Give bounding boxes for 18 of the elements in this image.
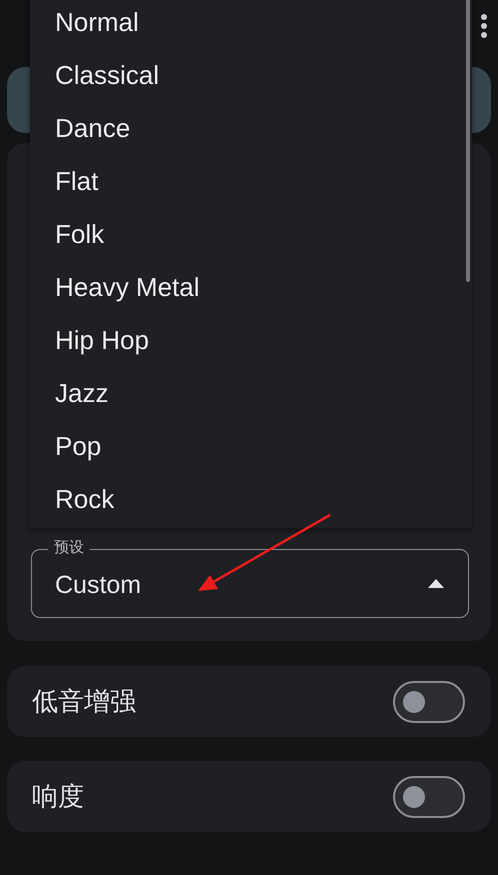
- menu-item[interactable]: Jazz: [30, 367, 472, 420]
- toggle-switch[interactable]: [393, 680, 465, 722]
- menu-item[interactable]: Pop: [30, 420, 472, 473]
- setting-label: 低音增强: [32, 686, 136, 719]
- field-value: Custom: [55, 571, 142, 600]
- more-options-icon[interactable]: [480, 13, 488, 39]
- menu-item[interactable]: Rock: [30, 473, 472, 526]
- menu-item[interactable]: Flat: [30, 155, 472, 208]
- toggle-switch[interactable]: [393, 776, 465, 818]
- menu-item[interactable]: Normal: [30, 0, 472, 49]
- menu-item[interactable]: Dance: [30, 102, 472, 155]
- field-label: 预设: [48, 539, 90, 557]
- menu-item[interactable]: Folk: [30, 208, 472, 261]
- setting-label: 响度: [32, 781, 84, 814]
- menu-item[interactable]: Classical: [30, 49, 472, 102]
- menu-item[interactable]: Hip Hop: [30, 314, 472, 367]
- scrollbar[interactable]: [466, 0, 470, 282]
- menu-item[interactable]: Heavy Metal: [30, 261, 472, 314]
